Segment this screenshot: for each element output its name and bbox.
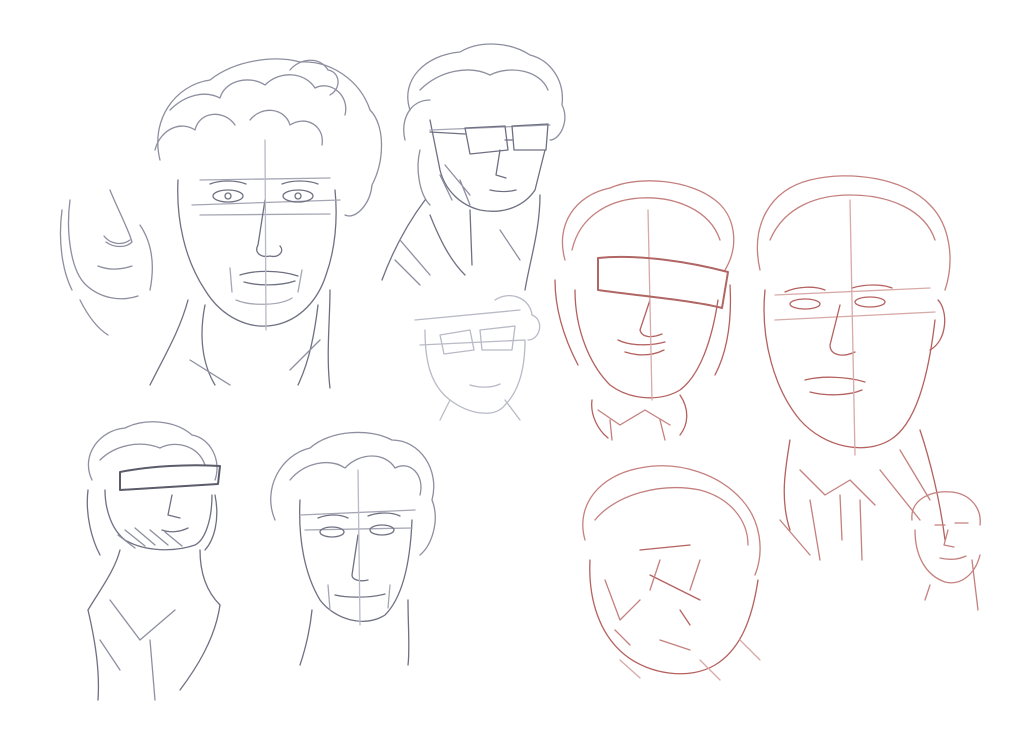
grey-censor-bar bbox=[119, 464, 221, 491]
curly-hair-face-sketch bbox=[149, 58, 383, 389]
red-censor-bar bbox=[597, 255, 729, 309]
partial-face-left-sketch bbox=[59, 189, 153, 336]
censored-face-red-sketch bbox=[554, 180, 735, 441]
suited-man-face-sketch bbox=[756, 175, 951, 561]
tilted-head-sketch bbox=[582, 465, 761, 681]
sketch-canvas bbox=[59, 43, 981, 701]
curly-face-bottom-sketch bbox=[270, 431, 436, 666]
faint-face-sketch bbox=[414, 295, 541, 421]
glasses-face-sketch bbox=[381, 43, 566, 291]
sketch-sheet bbox=[0, 0, 1024, 730]
small-face-right-sketch bbox=[911, 491, 981, 611]
censored-face-left-sketch bbox=[86, 421, 221, 701]
grey-sketches bbox=[59, 43, 566, 701]
red-sketches bbox=[554, 175, 981, 681]
